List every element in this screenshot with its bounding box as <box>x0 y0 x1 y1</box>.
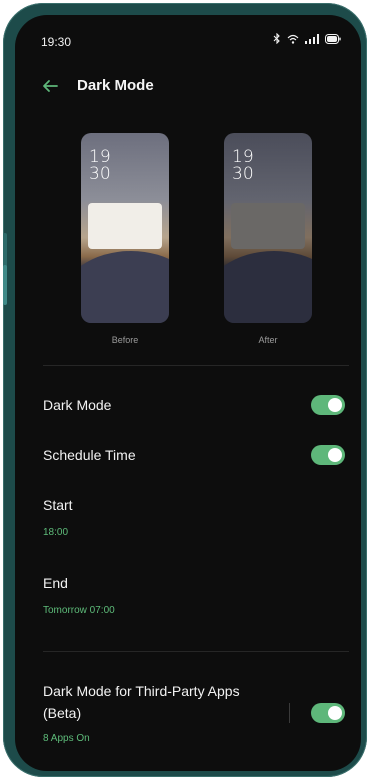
preview-after: 19 30 <box>224 133 312 323</box>
third-party-dark-mode-toggle[interactable] <box>311 703 345 723</box>
status-icons <box>273 33 341 44</box>
preview-before: 19 30 <box>81 133 169 323</box>
divider <box>43 365 349 366</box>
schedule-time-toggle[interactable] <box>311 445 345 465</box>
side-button <box>3 265 7 305</box>
status-time: 19:30 <box>41 35 72 49</box>
start-time-value[interactable]: 18:00 <box>43 527 68 538</box>
vertical-separator <box>289 703 290 723</box>
status-bar: 19:30 <box>15 15 361 55</box>
divider <box>43 651 349 652</box>
phone-frame: 19:30 Dark Mode 19 30 19 30 Before After… <box>3 3 367 777</box>
dark-mode-toggle[interactable] <box>311 395 345 415</box>
bluetooth-icon <box>273 33 280 44</box>
preview-card <box>88 203 162 249</box>
signal-icon <box>305 33 319 44</box>
page-title: Dark Mode <box>77 77 154 94</box>
preview-before-label: Before <box>111 335 139 345</box>
preview-clock: 19 30 <box>232 149 254 183</box>
preview-hill <box>81 251 169 323</box>
header: Dark Mode <box>15 71 361 101</box>
toggle-knob <box>328 448 342 462</box>
third-party-label-line1: Dark Mode for Third-Party Apps <box>43 683 240 699</box>
toggle-knob <box>328 398 342 412</box>
battery-icon <box>325 33 341 44</box>
wifi-icon <box>287 34 299 44</box>
schedule-time-label: Schedule Time <box>43 447 136 463</box>
end-label[interactable]: End <box>43 575 68 591</box>
third-party-apps-count[interactable]: 8 Apps On <box>43 733 90 744</box>
preview-clock: 19 30 <box>89 149 111 183</box>
screen: 19:30 Dark Mode 19 30 19 30 Before After… <box>15 15 361 771</box>
dark-mode-label: Dark Mode <box>43 397 112 413</box>
preview-hill <box>224 251 312 323</box>
third-party-label-line2: (Beta) <box>43 705 82 721</box>
preview-card <box>231 203 305 249</box>
preview-clock-minute: 30 <box>232 164 254 184</box>
toggle-knob <box>328 706 342 720</box>
preview-after-label: After <box>258 335 278 345</box>
preview-clock-minute: 30 <box>89 164 111 184</box>
end-time-value[interactable]: Tomorrow 07:00 <box>43 605 115 616</box>
back-arrow-icon[interactable] <box>39 75 61 97</box>
start-label[interactable]: Start <box>43 497 73 513</box>
